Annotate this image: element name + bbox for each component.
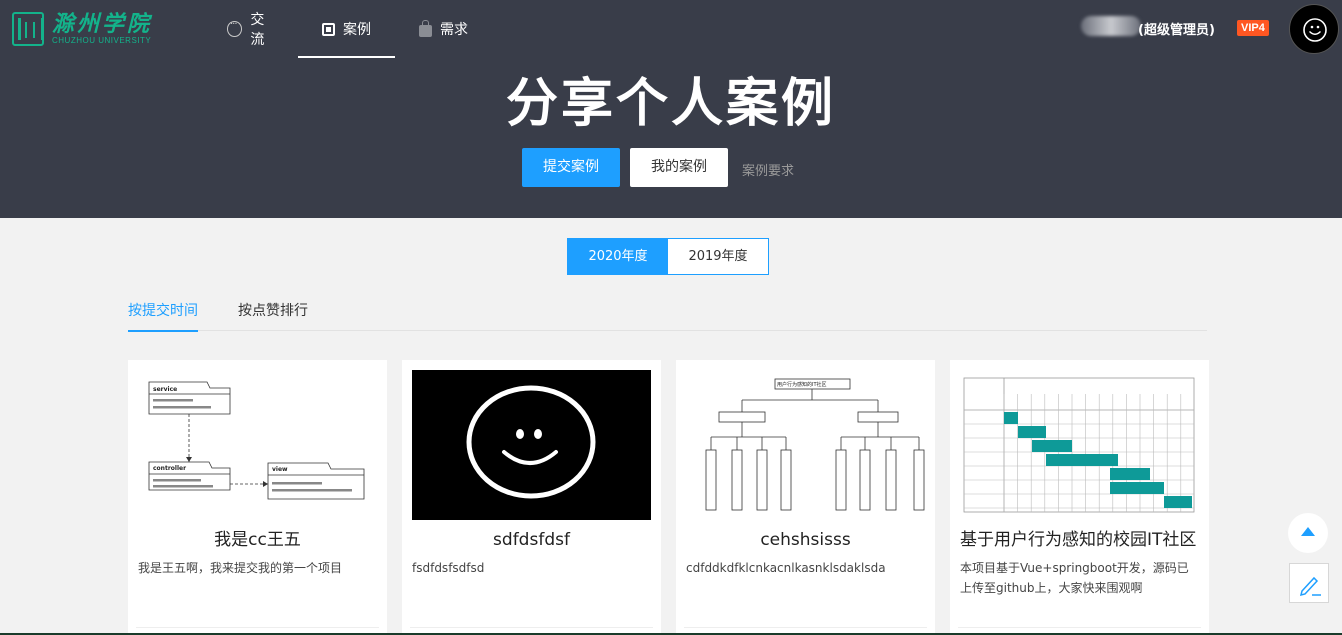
case-description: 我是王五啊，我来提交我的第一个项目: [138, 561, 343, 575]
avatar[interactable]: [1289, 4, 1339, 54]
case-title[interactable]: sdfdsfdsf: [402, 528, 661, 552]
back-to-top-button[interactable]: [1288, 513, 1328, 553]
case-description: cdfddkdfklcnkacnlkasnklsdaklsda: [686, 561, 886, 575]
smiley-icon: [1303, 18, 1327, 42]
case-thumbnail-smiley: [412, 370, 651, 520]
username-blurred[interactable]: [1081, 16, 1141, 36]
case-card[interactable]: sdfdsfdsf fsdfdsfsdfsd: [402, 360, 661, 635]
nav-item-label: 案例: [343, 22, 371, 38]
nav-item-exchange[interactable]: 交流: [205, 0, 298, 58]
page-title: 分享个人案例: [505, 74, 836, 134]
pencil-icon: [1299, 576, 1321, 597]
university-logo[interactable]: 滁州学院 CHUZHOU UNIVERSITY: [12, 9, 157, 49]
user-role[interactable]: (超级管理员): [1138, 19, 1215, 38]
submit-case-button[interactable]: 提交案例: [522, 148, 620, 187]
nav-item-label: 需求: [440, 22, 468, 38]
case-title[interactable]: 基于用户行为感知的校园IT社区: [960, 528, 1209, 552]
case-thumbnail-gantt: [960, 370, 1199, 520]
case-title[interactable]: 我是cc王五: [128, 528, 387, 552]
case-thumbnail-org-chart: 用户行为感知的IT社区: [686, 370, 925, 520]
year-2020-button[interactable]: 2020年度: [568, 239, 668, 274]
case-thumbnail-package-diagram: service controller view: [138, 370, 377, 520]
nav-item-cases[interactable]: 案例: [298, 0, 395, 58]
my-cases-button[interactable]: 我的案例: [630, 148, 728, 187]
case-card[interactable]: 用户行为感知的IT社区 cehshsisss cdfddkdfklcnkacnl…: [676, 360, 935, 635]
case-title[interactable]: cehshsisss: [676, 528, 935, 552]
case-description: fsdfdsfsdfsd: [412, 561, 485, 575]
chip-icon: [322, 22, 335, 36]
pkg-label-service: service: [153, 386, 177, 393]
hero-banner: 滁州学院 CHUZHOU UNIVERSITY 交流 案例 需求 (超级管理员)…: [0, 0, 1342, 218]
sort-tabs: 按提交时间 按点赞排行: [128, 300, 1207, 332]
case-description: 本项目基于Vue+springboot开发，源码已上传至github上，大家快来…: [960, 561, 1189, 595]
pkg-label-view: view: [272, 466, 288, 473]
main-nav: 交流 案例 需求: [205, 0, 491, 58]
tab-by-likes[interactable]: 按点赞排行: [238, 300, 308, 331]
edit-button[interactable]: [1289, 563, 1329, 603]
pkg-label-controller: controller: [153, 465, 186, 472]
nav-item-demands[interactable]: 需求: [395, 0, 491, 58]
vip-badge: VIP4: [1237, 20, 1269, 36]
year-2019-button[interactable]: 2019年度: [668, 239, 768, 274]
logo-name-cn: 滁州学院: [52, 11, 153, 37]
seal-icon: [12, 12, 44, 46]
case-card[interactable]: service controller view 我是cc王五 我是王五啊，我来提…: [128, 360, 387, 635]
year-switch: 2020年度 2019年度: [567, 238, 769, 275]
logo-name-en: CHUZHOU UNIVERSITY: [52, 36, 152, 45]
chat-icon: [227, 19, 243, 37]
tab-by-submit-time[interactable]: 按提交时间: [128, 300, 198, 332]
org-root-label: 用户行为感知的IT社区: [777, 381, 827, 388]
nav-item-label: 交流: [250, 12, 265, 48]
bag-icon: [419, 19, 432, 37]
case-card[interactable]: 基于用户行为感知的校园IT社区 本项目基于Vue+springboot开发，源码…: [950, 360, 1209, 635]
case-requirements-link[interactable]: 案例要求: [742, 160, 794, 179]
